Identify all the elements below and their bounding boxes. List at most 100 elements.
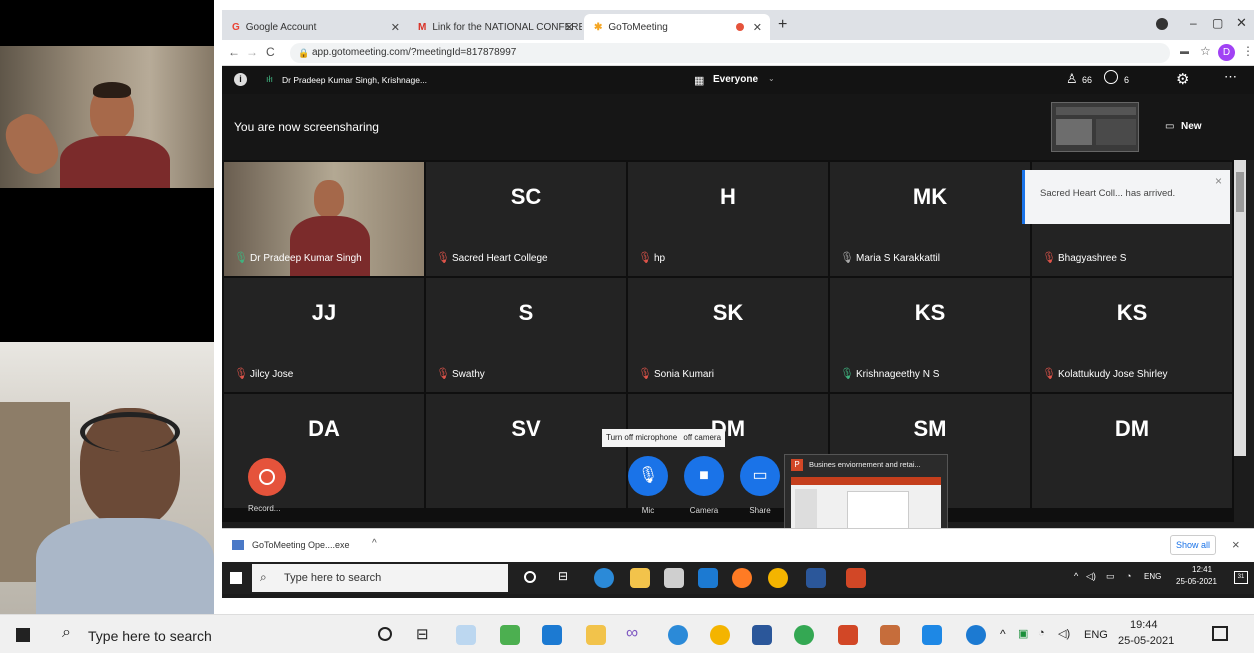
cortana-icon[interactable] xyxy=(378,627,392,641)
notification-center-icon[interactable] xyxy=(1212,626,1228,641)
chevron-down-icon[interactable]: ⌄ xyxy=(768,74,775,83)
reload-icon[interactable]: C xyxy=(266,45,275,59)
mic-button[interactable]: 🎙 xyxy=(628,456,668,496)
share-button[interactable]: ▭ xyxy=(740,456,780,496)
participant-tile[interactable]: DM xyxy=(1032,394,1232,508)
mail-icon[interactable] xyxy=(698,568,718,588)
powerpoint-icon[interactable] xyxy=(838,625,858,645)
file-explorer-icon[interactable] xyxy=(586,625,606,645)
clock-date[interactable]: 25-05-2021 xyxy=(1176,577,1217,586)
maximize-icon[interactable]: ▢ xyxy=(1212,16,1223,30)
word-icon[interactable] xyxy=(752,625,772,645)
close-tab-icon[interactable]: ✕ xyxy=(753,21,762,34)
settings-gear-icon[interactable]: ⚙ xyxy=(1176,70,1189,88)
url-field[interactable]: 🔒 app.gotomeeting.com/?meetingId=8178789… xyxy=(290,43,1170,63)
close-downloads-icon[interactable]: × xyxy=(1232,537,1240,552)
participant-name: Krishnageethy N S xyxy=(856,369,940,380)
new-tab-button[interactable]: + xyxy=(778,16,787,34)
clock-date[interactable]: 25-05-2021 xyxy=(1118,635,1174,647)
taskbar-search-box[interactable]: ⌕ Type here to search xyxy=(252,564,508,592)
forward-icon[interactable]: → xyxy=(246,45,258,59)
chat-icon[interactable] xyxy=(1104,70,1118,84)
minimize-icon[interactable]: – xyxy=(1190,16,1197,30)
file-explorer-icon[interactable] xyxy=(630,568,650,588)
tab-search-icon[interactable] xyxy=(1156,18,1168,30)
camera-button[interactable]: ■ xyxy=(684,456,724,496)
clock-time[interactable]: 12:41 xyxy=(1192,565,1212,574)
volume-icon[interactable]: ◁) xyxy=(1058,627,1070,640)
photos-icon[interactable] xyxy=(922,625,942,645)
browser-window: G Google Account ✕ M Link for the NATION… xyxy=(222,10,1254,598)
cortana-icon[interactable] xyxy=(524,571,536,583)
tray-app-icon[interactable]: ▣ xyxy=(1018,627,1028,640)
close-tab-icon[interactable]: ✕ xyxy=(391,21,400,34)
windows-start-icon[interactable] xyxy=(230,572,242,584)
record-button[interactable] xyxy=(248,458,286,496)
chrome-icon[interactable] xyxy=(710,625,730,645)
windows-start-icon[interactable] xyxy=(16,628,30,642)
search-icon[interactable]: ⌕ xyxy=(62,624,71,642)
word-icon[interactable] xyxy=(806,568,826,588)
more-options-icon[interactable]: ⋯ xyxy=(1224,69,1237,85)
cast-icon[interactable]: ▬ xyxy=(1180,46,1189,56)
notification-center-icon[interactable]: 31 xyxy=(1234,571,1248,584)
task-view-icon[interactable]: ⊟ xyxy=(558,569,568,583)
menu-icon[interactable]: ⋮ xyxy=(1242,44,1254,58)
wifi-icon[interactable]: ◔ xyxy=(1038,627,1045,639)
attendees-icon[interactable]: ♙ xyxy=(1066,71,1078,87)
pen-app-icon[interactable] xyxy=(456,625,476,645)
new-button[interactable]: New xyxy=(1181,121,1202,132)
participant-tile[interactable]: SK 🎙 Sonia Kumari xyxy=(628,278,828,392)
green-app-icon[interactable] xyxy=(500,625,520,645)
tab-google-account[interactable]: G Google Account ✕ xyxy=(222,14,408,40)
participant-tile[interactable]: SC 🎙 Sacred Heart College xyxy=(426,162,626,276)
profile-avatar[interactable]: D xyxy=(1218,44,1235,61)
participant-tile[interactable]: KS 🎙 Krishnageethy N S xyxy=(830,278,1030,392)
participant-tile[interactable]: JJ 🎙 Jilcy Jose xyxy=(224,278,424,392)
audience-selector[interactable]: Everyone xyxy=(713,74,758,85)
mic-muted-icon: 🎙 xyxy=(638,368,652,380)
help-icon[interactable] xyxy=(966,625,986,645)
store-icon[interactable] xyxy=(664,568,684,588)
tray-chevron-icon[interactable]: ^ xyxy=(1000,627,1006,641)
edge-icon[interactable] xyxy=(668,625,688,645)
language-indicator[interactable]: ENG xyxy=(1144,572,1161,581)
download-file-name[interactable]: GoToMeeting Ope....exe xyxy=(252,540,350,550)
mic-muted-icon: 🎙 xyxy=(1042,252,1056,264)
tab-gmail-link[interactable]: M Link for the NATIONAL CONFERE ✕ xyxy=(408,14,582,40)
chrome-icon[interactable] xyxy=(768,568,788,588)
wifi-icon[interactable]: ◔ xyxy=(1126,571,1131,581)
participant-tile[interactable]: 🎙 Dr Pradeep Kumar Singh xyxy=(224,162,424,276)
mail-icon[interactable] xyxy=(542,625,562,645)
bookmark-star-icon[interactable]: ☆ xyxy=(1200,44,1211,58)
scrollbar-thumb[interactable] xyxy=(1236,172,1244,212)
tab-gotomeeting[interactable]: ✱ GoToMeeting ✕ xyxy=(584,14,770,40)
close-window-icon[interactable]: ✕ xyxy=(1236,15,1247,31)
firefox-icon[interactable] xyxy=(732,568,752,588)
task-view-icon[interactable]: ⊟ xyxy=(416,625,429,643)
close-tab-icon[interactable]: ✕ xyxy=(565,21,574,34)
green-circle-app-icon[interactable] xyxy=(794,625,814,645)
show-all-button[interactable]: Show all xyxy=(1170,535,1216,555)
participant-tile[interactable]: MK 🎙 Maria S Karakkattil xyxy=(830,162,1030,276)
screen-thumbnail[interactable] xyxy=(1051,102,1139,152)
clock-time[interactable]: 19:44 xyxy=(1130,619,1158,631)
grid-scrollbar[interactable] xyxy=(1234,160,1246,456)
volume-icon[interactable]: ◁) xyxy=(1086,571,1096,582)
powerpoint-taskbar-icon[interactable] xyxy=(846,568,866,588)
language-indicator[interactable]: ENG xyxy=(1084,629,1108,641)
participant-tile[interactable]: SV xyxy=(426,394,626,508)
participant-tile[interactable]: S 🎙 Swathy xyxy=(426,278,626,392)
paint-icon[interactable] xyxy=(880,625,900,645)
participant-tile[interactable]: KS 🎙 Kolattukudy Jose Shirley xyxy=(1032,278,1232,392)
link-app-icon[interactable]: ∞ xyxy=(626,623,638,643)
chevron-up-icon[interactable]: ^ xyxy=(372,538,377,549)
taskbar-search-placeholder[interactable]: Type here to search xyxy=(88,628,212,644)
tray-chevron-icon[interactable]: ^ xyxy=(1074,571,1078,581)
participant-tile[interactable]: H 🎙 hp xyxy=(628,162,828,276)
back-icon[interactable]: ← xyxy=(228,45,240,59)
close-notification-icon[interactable]: × xyxy=(1215,174,1222,188)
info-icon[interactable]: i xyxy=(234,73,247,86)
edge-icon[interactable] xyxy=(594,568,614,588)
battery-icon[interactable]: ▭ xyxy=(1106,571,1115,582)
